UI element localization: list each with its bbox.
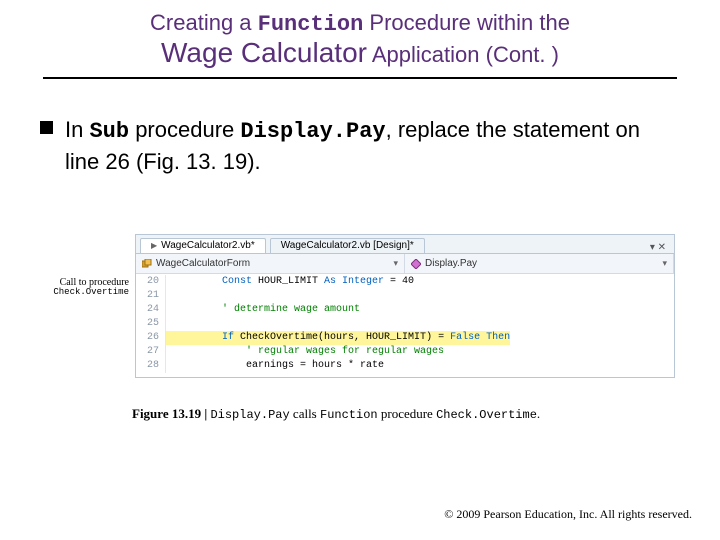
code-comment: ' determine wage amount: [166, 303, 360, 317]
class-selector[interactable]: WageCalculatorForm ▾: [136, 254, 405, 273]
tab-active[interactable]: ▶ WageCalculator2.vb*: [140, 238, 266, 253]
figure-callout: Call to procedure Check.Overtime: [40, 234, 135, 298]
slide-title: Creating a Function Procedure within the…: [0, 0, 720, 79]
body: In Sub procedure Display.Pay, replace th…: [40, 115, 680, 422]
class-icon: [142, 259, 152, 269]
line-number: 28: [136, 359, 166, 373]
cap-t2: procedure: [378, 406, 436, 421]
bullet-item: In Sub procedure Display.Pay, replace th…: [40, 115, 680, 176]
chevron-down-icon: ▾: [662, 258, 667, 269]
title-line2-post: Application (Cont. ): [367, 42, 559, 67]
cap-m1: Display.Pay: [210, 408, 289, 422]
ide-screenshot: ▶ WageCalculator2.vb* WageCalculator2.vb …: [135, 234, 675, 378]
line-number: 25: [136, 317, 166, 331]
cap-t1: calls: [290, 406, 320, 421]
footer-text: 2009 Pearson Education, Inc. All rights …: [453, 507, 692, 521]
bt2: procedure: [129, 117, 240, 142]
chevron-down-icon: ▾: [393, 258, 398, 269]
callout-line2: Check.Overtime: [40, 288, 129, 298]
cap-m3: Check.Overtime: [436, 408, 537, 422]
square-bullet-icon: [40, 121, 53, 134]
bullet-text: In Sub procedure Display.Pay, replace th…: [65, 115, 680, 176]
cap-t3: .: [537, 406, 540, 421]
code-pane: 20 Const HOUR_LIMIT As Integer = 40 21 2…: [136, 274, 674, 377]
code-text: earnings = hours * rate: [166, 359, 384, 373]
method-icon: [411, 259, 421, 269]
cap-m2: Function: [320, 408, 378, 422]
code-comment: ' regular wages for regular wages: [166, 345, 444, 359]
title-pre: Creating a: [150, 10, 258, 35]
title-line-2: Wage Calculator Application (Cont. ): [0, 37, 720, 69]
member-selector[interactable]: Display.Pay ▾: [405, 254, 674, 273]
tab-glyph-icon: ▶: [151, 241, 157, 250]
figure-area: Call to procedure Check.Overtime ▶ WageCa…: [40, 234, 680, 378]
editor-tab-bar: ▶ WageCalculator2.vb* WageCalculator2.vb …: [136, 235, 674, 254]
figure-caption: Figure 13.19 | Display.Pay calls Functio…: [132, 406, 680, 422]
ws: [174, 332, 222, 343]
code-text: [166, 289, 174, 303]
title-big: Wage Calculator: [161, 37, 367, 68]
title-mono: Function: [258, 12, 364, 37]
kw: False Then: [450, 332, 510, 343]
line-number: 24: [136, 303, 166, 317]
code-text: [166, 317, 174, 331]
tab-inactive[interactable]: WageCalculator2.vb [Design]*: [270, 238, 425, 253]
title-post: Procedure within the: [363, 10, 570, 35]
cap-figno: Figure 13.19 |: [132, 406, 210, 421]
bt1: In: [65, 117, 89, 142]
bm1: Sub: [89, 119, 129, 144]
tab-inactive-label: WageCalculator2.vb [Design]*: [281, 240, 414, 251]
line-number: 26: [136, 331, 166, 345]
tab-active-label: WageCalculator2.vb*: [161, 240, 255, 251]
copyright-icon: ©: [444, 507, 453, 521]
kw: If: [222, 332, 234, 343]
line-number: 27: [136, 345, 166, 359]
copyright-footer: © 2009 Pearson Education, Inc. All right…: [444, 507, 692, 522]
member-selector-bar: WageCalculatorForm ▾ Display.Pay ▾: [136, 254, 674, 274]
code-text: Const HOUR_LIMIT As Integer = 40: [166, 275, 414, 289]
code-text: CheckOvertime(hours, HOUR_LIMIT) =: [234, 332, 450, 343]
title-line-1: Creating a Function Procedure within the: [0, 10, 720, 37]
bm2: Display.Pay: [240, 119, 385, 144]
member-selector-label: Display.Pay: [425, 258, 477, 269]
title-underline: [43, 77, 677, 79]
line-number: 20: [136, 275, 166, 289]
code-highlight-line: If CheckOvertime(hours, HOUR_LIMIT) = Fa…: [166, 331, 510, 345]
class-selector-label: WageCalculatorForm: [156, 258, 250, 269]
line-number: 21: [136, 289, 166, 303]
tab-overflow-icon[interactable]: ▾ ✕: [642, 242, 674, 253]
